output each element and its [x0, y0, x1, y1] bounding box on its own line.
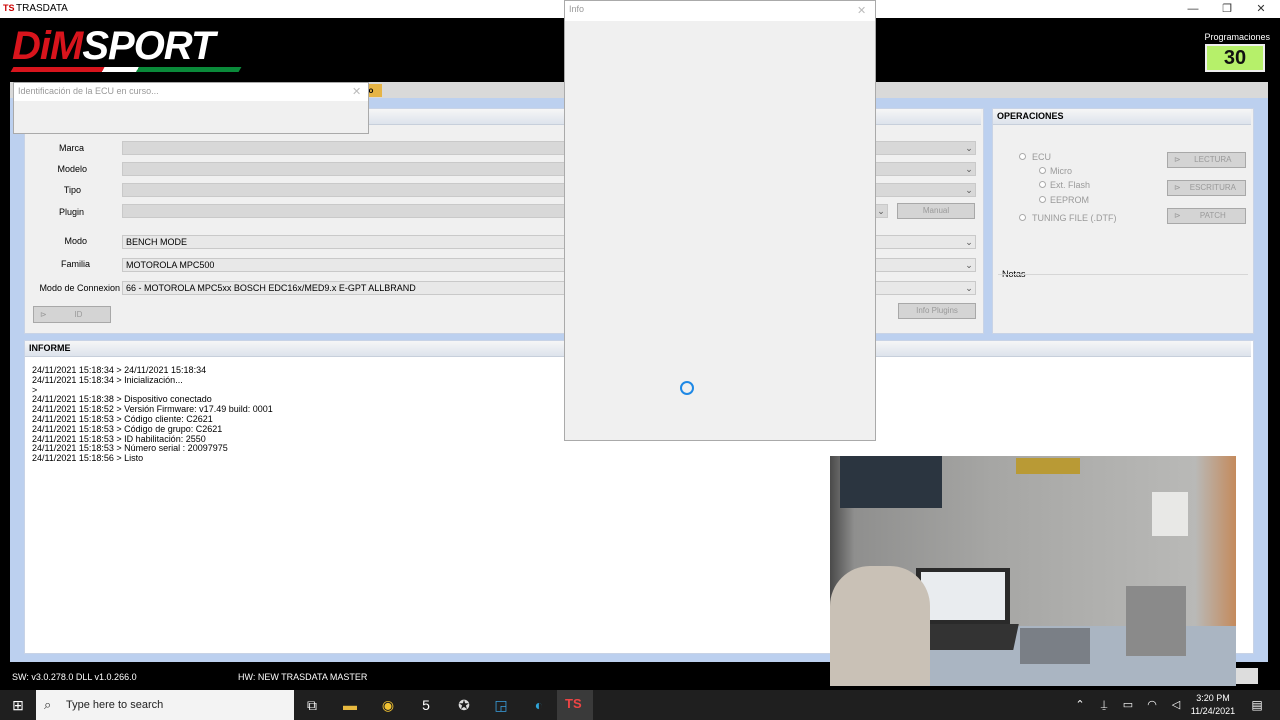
close-button[interactable]: ✕ [1246, 0, 1276, 18]
chevron-down-icon: ⌄ [965, 185, 973, 195]
eeprom-radio[interactable] [1039, 196, 1046, 203]
tipo-label: Tipo [63, 185, 81, 195]
speaker-icon[interactable]: ◁ [1165, 694, 1187, 716]
modelo-label: Modelo [57, 164, 87, 174]
ext-flash-label: Ext. Flash [1050, 180, 1091, 190]
taskbar-clock[interactable]: 3:20 PM 11/24/2021 [1190, 693, 1236, 716]
chip-icon: ⊳ [1174, 183, 1181, 192]
eeprom-label: EEPROM [1050, 195, 1090, 205]
task-view-icon[interactable]: ⧉ [301, 694, 323, 716]
plug-icon: ⊳ [40, 310, 47, 319]
notas-divider [998, 274, 1248, 275]
close-icon[interactable]: ✕ [857, 4, 866, 17]
chevron-down-icon: ⌄ [965, 164, 973, 174]
lectura-button[interactable]: ⊳ LECTURA [1167, 152, 1246, 168]
ecu-identification-dialog: Identificación de la ECU en curso... ✕ [13, 82, 369, 134]
app-square-icon[interactable]: ◲ [490, 694, 512, 716]
close-icon[interactable]: ✕ [352, 85, 361, 98]
micro-radio[interactable] [1039, 167, 1046, 174]
info-dialog: Info ✕ [564, 0, 876, 441]
wall-poster [840, 456, 942, 508]
escritura-button[interactable]: ⊳ ESCRITURA [1167, 180, 1246, 196]
window-title: TRASDATA [16, 3, 68, 14]
status-indicator [1236, 668, 1258, 684]
app-5-icon[interactable]: 5 [415, 694, 437, 716]
battery-icon[interactable]: ▭ [1117, 694, 1139, 716]
log-line: 24/11/2021 15:18:34 > Inicialización... [32, 374, 183, 385]
programaciones-counter: 30 [1205, 44, 1265, 72]
ecu-label: ECU [1032, 152, 1052, 162]
search-placeholder: Type here to search [66, 699, 164, 711]
taskbar-active-app[interactable]: TS [557, 690, 593, 720]
wall-object [1016, 458, 1080, 474]
micro-label: Micro [1050, 166, 1072, 176]
chevron-down-icon: ⌄ [965, 283, 973, 293]
chevron-down-icon: ⌄ [965, 143, 973, 153]
chip-icon: ⊳ [1174, 155, 1181, 164]
plugin-label: Plugin [58, 207, 84, 217]
modo-label: Modo [64, 236, 87, 246]
person [830, 566, 930, 686]
chrome-icon[interactable]: ◉ [377, 694, 399, 716]
clock-date: 11/24/2021 [1190, 706, 1236, 716]
tuning-file-radio[interactable] [1019, 214, 1026, 221]
tuning-file-label: TUNING FILE (.DTF) [1032, 213, 1117, 223]
webcam-overlay [830, 456, 1236, 686]
laptop-screen [921, 572, 1005, 620]
log-line: 24/11/2021 15:18:56 > Listo [32, 453, 144, 464]
chevron-up-icon[interactable]: ⌃ [1069, 694, 1091, 716]
minimize-button[interactable]: — [1178, 0, 1208, 18]
trasdata-icon: TS [565, 696, 582, 711]
conexion-label: Modo de Connexion [39, 283, 120, 293]
notification-icon[interactable]: ▤ [1246, 694, 1268, 716]
id-button[interactable]: ⊳ ID [33, 306, 111, 323]
dimsport-logo: DiMSPORT [12, 24, 215, 68]
chevron-down-icon: ⌄ [877, 206, 885, 216]
usb-icon[interactable]: ⍊ [1093, 694, 1115, 716]
sw-version: SW: v3.0.278.0 DLL v1.0.266.0 [12, 672, 137, 682]
marca-label: Marca [58, 143, 84, 153]
edge-icon[interactable]: ◐ [528, 694, 550, 716]
taskbar-search[interactable]: ⌕ Type here to search [36, 690, 294, 720]
operaciones-header: OPERACIONES [993, 109, 1251, 125]
patch-button[interactable]: ⊳ PATCH [1167, 208, 1246, 224]
ecu-dialog-title: Identificación de la ECU en curso... [14, 83, 368, 101]
info-dialog-title: Info [565, 1, 875, 21]
file-explorer-icon[interactable]: ▬ [339, 694, 361, 716]
ecu-radio[interactable] [1019, 153, 1026, 160]
clock-time: 3:20 PM [1196, 693, 1230, 703]
info-plugins-button[interactable]: Info Plugins [898, 303, 976, 319]
bench-tool [1126, 586, 1186, 656]
search-icon: ⌕ [44, 697, 52, 712]
logo-stripe [10, 67, 242, 72]
windows-start-icon[interactable]: ⊞ [7, 694, 29, 716]
chevron-down-icon: ⌄ [965, 260, 973, 270]
programaciones-label: Programaciones [1204, 32, 1270, 42]
familia-label: Familia [60, 259, 90, 269]
informe-log: 24/11/2021 15:18:34 > 24/11/2021 15:18:3… [32, 365, 273, 464]
hw-info: HW: NEW TRASDATA MASTER [238, 672, 368, 682]
loading-spinner-icon [680, 381, 694, 395]
game-controller-icon[interactable]: ✪ [453, 694, 475, 716]
app-icon: TS [3, 3, 15, 13]
maximize-button[interactable]: ❐ [1212, 0, 1242, 18]
wall-outlet [1152, 492, 1188, 536]
wifi-icon[interactable]: ◠ [1141, 694, 1163, 716]
chevron-down-icon: ⌄ [965, 237, 973, 247]
ext-flash-radio[interactable] [1039, 181, 1046, 188]
manual-button[interactable]: Manual [897, 203, 975, 219]
chip-icon: ⊳ [1174, 211, 1181, 220]
ecu-device [1020, 628, 1090, 664]
